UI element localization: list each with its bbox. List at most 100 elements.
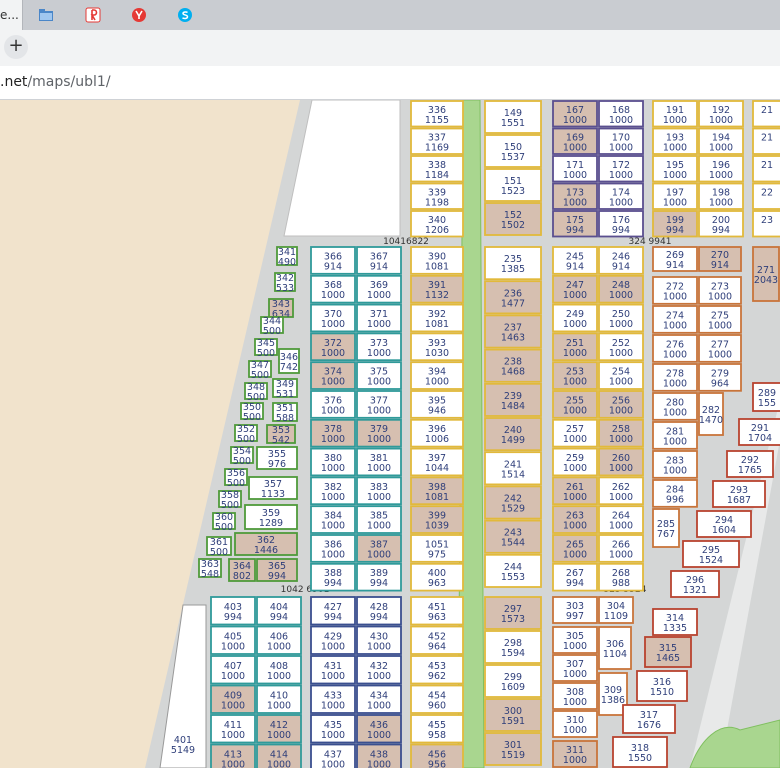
land-plot[interactable]: 2481000 bbox=[598, 274, 644, 304]
land-plot[interactable]: 3001591 bbox=[484, 698, 542, 732]
land-plot[interactable]: 4291000 bbox=[310, 625, 356, 655]
active-tab[interactable]: e... bbox=[0, 0, 23, 30]
land-plot[interactable]: 2941604 bbox=[696, 510, 752, 538]
land-plot[interactable]: 2781000 bbox=[652, 363, 698, 392]
land-plot[interactable]: 2471000 bbox=[552, 274, 598, 304]
land-plot[interactable]: 3811000 bbox=[356, 447, 402, 477]
land-plot[interactable]: 3041109 bbox=[598, 596, 634, 624]
land-plot[interactable]: 1511523 bbox=[484, 168, 542, 202]
land-plot[interactable]: 1741000 bbox=[598, 182, 644, 210]
land-plot[interactable]: 268988 bbox=[598, 562, 644, 592]
land-plot[interactable]: 1521502 bbox=[484, 202, 542, 236]
land-plot[interactable]: 303997 bbox=[552, 596, 598, 624]
land-plot[interactable]: 4111000 bbox=[210, 714, 256, 744]
land-plot[interactable]: 367914 bbox=[356, 246, 402, 275]
land-plot[interactable]: 2611000 bbox=[552, 476, 598, 506]
land-plot[interactable]: 269914 bbox=[652, 246, 698, 272]
land-plot[interactable]: 358500 bbox=[218, 490, 242, 511]
land-plot[interactable]: 4371000 bbox=[310, 743, 356, 768]
land-plot[interactable]: 199994 bbox=[652, 210, 698, 238]
land-plot[interactable]: 427994 bbox=[310, 596, 356, 626]
yandex-browser-icon[interactable] bbox=[131, 7, 147, 23]
land-plot[interactable]: 2971573 bbox=[484, 596, 542, 630]
land-plot[interactable]: 1961000 bbox=[698, 155, 744, 183]
land-plot[interactable]: 360500 bbox=[212, 512, 236, 533]
land-plot[interactable]: 3851000 bbox=[356, 505, 402, 534]
land-plot[interactable]: 404994 bbox=[256, 596, 302, 626]
new-tab-button[interactable]: + bbox=[4, 35, 28, 59]
land-plot[interactable]: 388994 bbox=[310, 562, 356, 592]
land-plot[interactable]: 2561000 bbox=[598, 390, 644, 419]
land-plot[interactable]: 365994 bbox=[256, 558, 298, 582]
land-plot[interactable]: 3831000 bbox=[356, 476, 402, 506]
land-plot[interactable]: 1491551 bbox=[484, 100, 542, 134]
land-plot[interactable]: 2541000 bbox=[598, 361, 644, 390]
land-plot[interactable]: 21 bbox=[752, 100, 780, 128]
land-plot[interactable]: 1951000 bbox=[652, 155, 698, 183]
land-plot[interactable]: 3791000 bbox=[356, 418, 402, 448]
land-plot[interactable]: 2991609 bbox=[484, 664, 542, 698]
land-plot[interactable]: 285767 bbox=[652, 508, 680, 548]
land-plot[interactable]: 348500 bbox=[244, 382, 268, 403]
land-plot[interactable]: 4321000 bbox=[356, 655, 402, 685]
land-plot[interactable]: 4381000 bbox=[356, 743, 402, 768]
land-plot[interactable]: 4091000 bbox=[210, 684, 256, 714]
land-plot[interactable]: 21 bbox=[752, 155, 780, 183]
land-plot[interactable]: 2651000 bbox=[552, 534, 598, 563]
land-plot[interactable]: 3111000 bbox=[552, 740, 598, 768]
land-plot[interactable]: 2721000 bbox=[652, 276, 698, 305]
land-plot[interactable]: 2441553 bbox=[484, 553, 542, 588]
land-plot[interactable]: 3931030 bbox=[410, 332, 464, 362]
land-plot[interactable]: 3981081 bbox=[410, 476, 464, 506]
land-plot[interactable]: 1501537 bbox=[484, 134, 542, 168]
land-plot[interactable]: 4071000 bbox=[210, 655, 256, 685]
land-plot[interactable]: 3871000 bbox=[356, 534, 402, 563]
land-plot[interactable]: 2831000 bbox=[652, 450, 698, 479]
land-plot[interactable]: 3921081 bbox=[410, 303, 464, 333]
land-plot[interactable]: 403994 bbox=[210, 596, 256, 626]
land-plot[interactable]: 3721000 bbox=[310, 332, 356, 362]
land-plot[interactable]: 2361477 bbox=[484, 280, 542, 315]
land-plot[interactable]: 2821470 bbox=[698, 392, 724, 436]
land-plot[interactable]: 4121000 bbox=[256, 714, 302, 744]
land-plot[interactable]: 3821000 bbox=[310, 476, 356, 506]
land-plot[interactable]: 3991039 bbox=[410, 505, 464, 534]
land-plot[interactable]: 2381468 bbox=[484, 348, 542, 383]
land-plot[interactable]: 3061104 bbox=[598, 626, 632, 670]
land-plot[interactable]: 2661000 bbox=[598, 534, 644, 563]
land-plot[interactable]: 2601000 bbox=[598, 447, 644, 477]
land-plot[interactable]: 2371463 bbox=[484, 314, 542, 349]
land-plot[interactable]: 2771000 bbox=[698, 334, 742, 363]
land-plot[interactable]: 1051975 bbox=[410, 534, 464, 563]
land-plot[interactable]: 2531000 bbox=[552, 361, 598, 390]
land-plot[interactable]: 3141335 bbox=[652, 608, 698, 636]
land-plot[interactable]: 2641000 bbox=[598, 505, 644, 534]
land-plot[interactable]: 23 bbox=[752, 210, 780, 238]
land-plot[interactable]: 2401499 bbox=[484, 417, 542, 452]
address-bar[interactable] bbox=[0, 66, 780, 100]
land-plot[interactable]: 1721000 bbox=[598, 155, 644, 183]
land-plot[interactable]: 2411514 bbox=[484, 451, 542, 486]
land-plot[interactable]: 350500 bbox=[240, 402, 264, 423]
land-plot[interactable]: 3941000 bbox=[410, 361, 464, 390]
land-plot[interactable]: 3761000 bbox=[310, 390, 356, 419]
land-plot[interactable]: 3361155 bbox=[410, 100, 464, 128]
land-plot[interactable]: 1931000 bbox=[652, 127, 698, 155]
land-plot[interactable]: 267994 bbox=[552, 562, 598, 592]
land-plot[interactable]: 3711000 bbox=[356, 303, 402, 333]
land-plot[interactable]: 3101000 bbox=[552, 710, 598, 738]
land-plot[interactable]: 345500 bbox=[254, 338, 278, 359]
land-plot[interactable]: 2761000 bbox=[652, 334, 698, 363]
land-plot[interactable]: 3911132 bbox=[410, 274, 464, 304]
land-plot[interactable]: 2921765 bbox=[726, 450, 774, 478]
land-plot[interactable]: 2421529 bbox=[484, 485, 542, 520]
land-plot[interactable]: 4061000 bbox=[256, 625, 302, 655]
land-plot[interactable]: 22 bbox=[752, 182, 780, 210]
land-plot[interactable]: 2391484 bbox=[484, 382, 542, 417]
land-plot[interactable]: 3781000 bbox=[310, 418, 356, 448]
land-plot[interactable]: 4141000 bbox=[256, 743, 302, 768]
land-plot[interactable]: 363548 bbox=[198, 558, 222, 580]
land-plot[interactable]: 1911000 bbox=[652, 100, 698, 128]
land-plot[interactable]: 3381184 bbox=[410, 155, 464, 183]
land-plot[interactable]: 454960 bbox=[410, 684, 464, 714]
